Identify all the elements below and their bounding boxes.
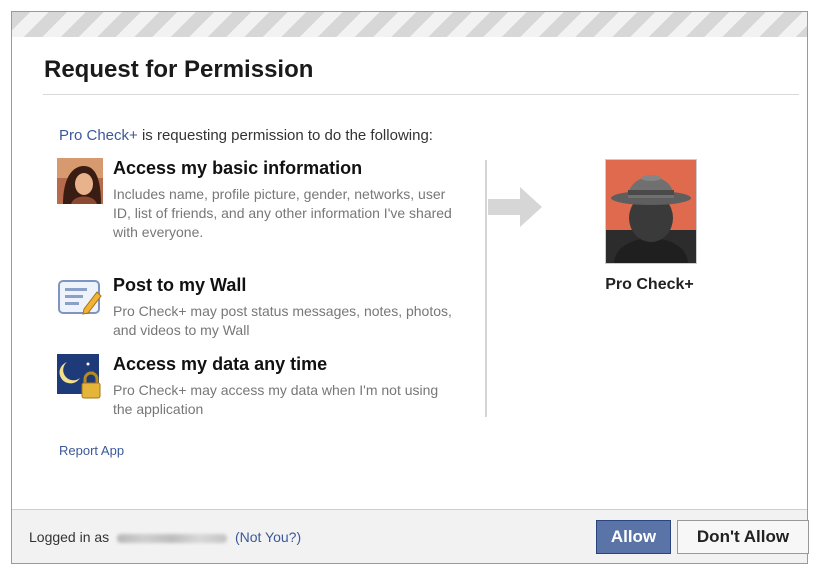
dont-allow-button[interactable]: Don't Allow [677,520,809,554]
intro-text: Pro Check+ is requesting permission to d… [59,127,433,144]
permission-description: Pro Check+ may access my data when I'm n… [113,382,439,417]
permission-title: Access my data any time [113,354,328,374]
intro-text-rest: is requesting permission to do the follo… [137,127,433,144]
app-name: Pro Check+ [605,276,694,293]
allow-button[interactable]: Allow [596,520,671,554]
dialog-footer: Logged in as (Not You?) Allow Don't Allo… [12,509,809,563]
wall-post-icon [58,280,102,315]
title-divider [43,94,799,95]
redacted-username [117,533,228,543]
permission-description: Includes name, profile picture, gender, … [113,186,452,240]
logged-in-status: Logged in as (Not You?) [29,529,301,545]
permission-description: Pro Check+ may post status messages, not… [113,303,452,338]
spy-hat-icon [605,159,697,264]
permission-title: Access my basic information [113,158,363,178]
offline-access-icon [57,354,101,399]
report-app-link[interactable]: Report App [59,443,124,458]
not-you-link[interactable]: (Not You?) [235,529,301,545]
arrow-right-icon [488,187,542,227]
user-photo-icon [57,158,103,204]
permission-title: Post to my Wall [113,275,247,295]
logged-in-label: Logged in as [29,529,110,545]
permission-dialog: Request for Permission Pro Check+ is req… [11,11,809,564]
intro-app-link[interactable]: Pro Check+ [59,127,138,144]
dialog-header-stripe [12,12,807,37]
dialog-title: Request for Permission [44,56,314,83]
